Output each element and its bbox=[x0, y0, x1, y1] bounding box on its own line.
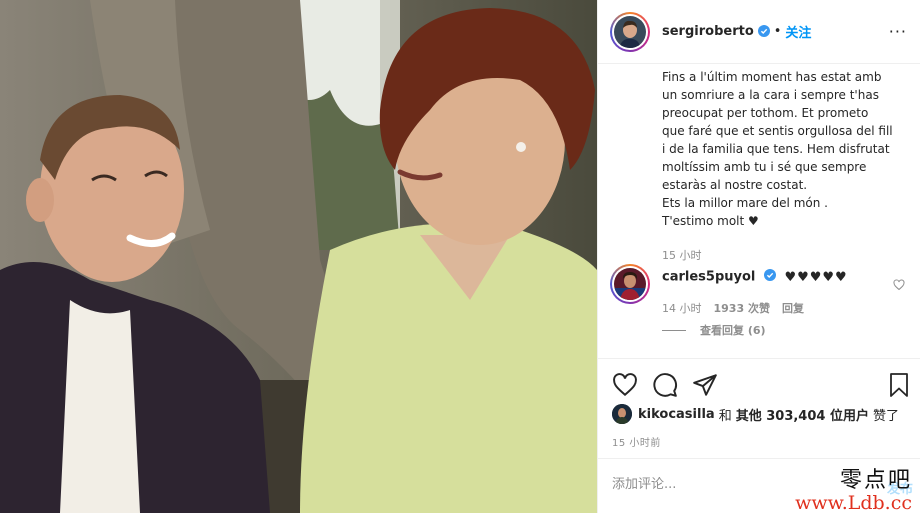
caption-timestamp[interactable]: 15 小时 bbox=[662, 247, 702, 263]
separator-dot: • bbox=[773, 24, 782, 39]
post-image bbox=[0, 0, 597, 513]
heart-icon[interactable] bbox=[612, 372, 638, 402]
view-replies-label: 查看回复 (6) bbox=[700, 324, 766, 337]
follow-button[interactable]: 关注 bbox=[785, 22, 811, 41]
author-avatar[interactable] bbox=[610, 11, 650, 52]
more-options-icon[interactable]: ··· bbox=[889, 22, 907, 41]
post-photo[interactable] bbox=[0, 0, 597, 513]
post-caption: Fins a l'últim moment has estat amb un s… bbox=[662, 70, 893, 228]
liker-avatar[interactable] bbox=[612, 404, 632, 424]
reply-button[interactable]: 回复 bbox=[782, 300, 804, 316]
post-header: sergiroberto • 关注 ··· bbox=[598, 0, 920, 64]
author-username[interactable]: sergiroberto bbox=[662, 24, 754, 39]
author-avatar-image bbox=[614, 15, 646, 48]
bookmark-icon[interactable] bbox=[887, 372, 911, 402]
liker-username[interactable]: kikocasilla bbox=[638, 407, 715, 422]
post-timestamp[interactable]: 15 小时前 bbox=[612, 434, 661, 449]
comment-meta: 14 小时 1933 次赞 回复 bbox=[662, 300, 804, 316]
likes-others-count[interactable]: 其他 303,404 位用户 bbox=[736, 405, 869, 424]
commenter-avatar-image bbox=[614, 268, 646, 300]
likes-connector: 和 bbox=[718, 408, 732, 424]
verified-badge-icon bbox=[763, 269, 776, 285]
post-detail-panel: sergiroberto • 关注 ··· Fins a l'últim mom… bbox=[597, 0, 920, 513]
comment-timestamp[interactable]: 14 小时 bbox=[662, 300, 702, 316]
add-comment-section: 发布 bbox=[598, 458, 920, 513]
share-icon[interactable] bbox=[692, 372, 718, 402]
commenter-username[interactable]: carles5puyol bbox=[662, 270, 755, 285]
comment-icon[interactable] bbox=[652, 372, 678, 402]
commenter-avatar[interactable] bbox=[610, 264, 650, 304]
comment-likes-count[interactable]: 1933 次赞 bbox=[714, 300, 770, 316]
view-replies-button[interactable]: 查看回复 (6) bbox=[662, 322, 766, 338]
likes-suffix: 赞了 bbox=[872, 408, 899, 424]
post-actions-bar bbox=[598, 358, 920, 410]
verified-badge-icon bbox=[757, 22, 770, 41]
replies-divider-line bbox=[662, 329, 686, 331]
post-comment-button[interactable]: 发布 bbox=[887, 478, 913, 497]
comment-text: ♥♥♥♥♥ bbox=[784, 269, 848, 285]
likes-summary: kikocasilla 和 其他 303,404 位用户 赞了 bbox=[612, 404, 899, 424]
comment-input[interactable] bbox=[612, 477, 812, 492]
comment-like-heart-icon[interactable] bbox=[893, 276, 905, 295]
